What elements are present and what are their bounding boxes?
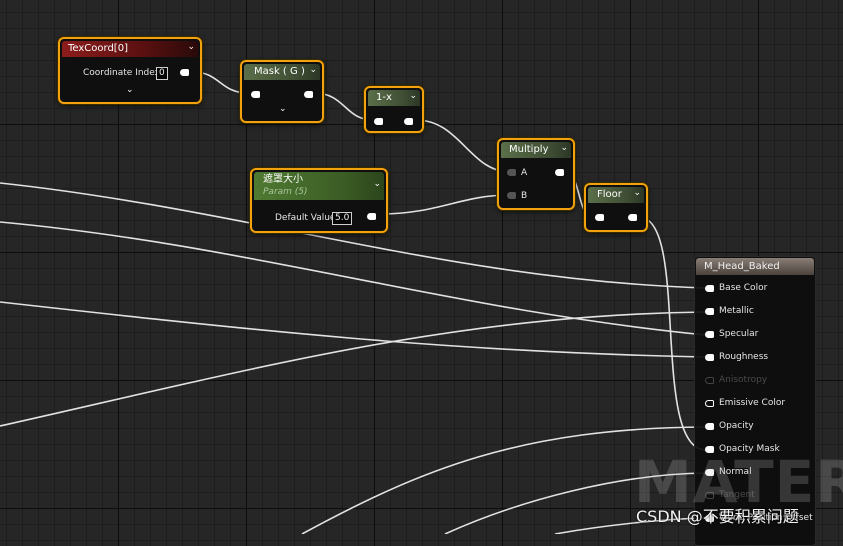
material-input-pin[interactable] xyxy=(705,331,714,338)
floor-node[interactable]: Floor ⌄ xyxy=(584,183,648,232)
param-node[interactable]: 遮罩大小 Param (5) ⌄ Default Value 5.0 xyxy=(250,168,388,233)
chevron-down-icon[interactable]: ⌄ xyxy=(309,65,317,75)
mask-input-pin[interactable] xyxy=(251,91,260,98)
material-input-label: Emissive Color xyxy=(719,398,786,408)
expand-chevron-icon[interactable]: ⌄ xyxy=(126,85,134,95)
material-input-pin[interactable] xyxy=(705,423,714,430)
multiply-input-a-pin[interactable] xyxy=(507,169,516,176)
material-input-pin[interactable] xyxy=(705,354,714,361)
default-value-label: Default Value xyxy=(275,213,336,223)
one-minus-output-pin[interactable] xyxy=(404,118,413,125)
material-input-label: Metallic xyxy=(719,306,754,316)
floor-output-pin[interactable] xyxy=(628,214,637,221)
material-input-label: Opacity xyxy=(719,421,754,431)
coordinate-index-label: Coordinate Index xyxy=(83,68,160,78)
multiply-input-b-pin[interactable] xyxy=(507,192,516,199)
wire-param-multiply-b xyxy=(377,194,511,215)
default-value-field[interactable]: 5.0 xyxy=(332,212,353,225)
multiply-input-b-label: B xyxy=(521,191,528,201)
chevron-down-icon[interactable]: ⌄ xyxy=(560,143,568,153)
multiply-output-pin[interactable] xyxy=(555,169,564,176)
param-output-pin[interactable] xyxy=(367,213,376,220)
wire-specular xyxy=(0,221,707,336)
expand-chevron-icon[interactable]: ⌄ xyxy=(279,104,287,114)
texcoord-node-title: TexCoord[0] xyxy=(62,41,198,57)
param-name: 遮罩大小 xyxy=(263,174,303,185)
wire-oneminus-multiply-a xyxy=(415,119,511,173)
mask-node[interactable]: Mask ( G ) ⌄ ⌄ xyxy=(240,60,324,123)
material-input-pin[interactable] xyxy=(705,308,714,315)
material-node-title: M_Head_Baked xyxy=(696,258,814,275)
chevron-down-icon[interactable]: ⌄ xyxy=(633,188,641,198)
floor-input-pin[interactable] xyxy=(595,214,604,221)
credit-text: CSDN @不要积累问题 xyxy=(636,507,799,526)
param-subtitle: Param (5) xyxy=(263,187,308,197)
material-input-label: Anisotropy xyxy=(719,375,768,385)
chevron-down-icon[interactable]: ⌄ xyxy=(187,42,195,52)
wire-metallic xyxy=(0,311,707,427)
param-node-title: 遮罩大小 Param (5) xyxy=(254,172,384,200)
material-input-pin[interactable] xyxy=(705,285,714,292)
texcoord-node[interactable]: TexCoord[0] ⌄ Coordinate Index 0 ⌄ xyxy=(58,37,202,104)
chevron-down-icon[interactable]: ⌄ xyxy=(409,91,417,101)
chevron-down-icon[interactable]: ⌄ xyxy=(373,179,381,189)
one-minus-input-pin[interactable] xyxy=(374,118,383,125)
material-input-label: Roughness xyxy=(719,352,769,362)
material-input-pin[interactable] xyxy=(705,377,714,384)
material-input-pin[interactable] xyxy=(705,400,714,407)
multiply-input-a-label: A xyxy=(521,168,528,178)
material-input-label: Base Color xyxy=(719,283,768,293)
one-minus-node[interactable]: 1-x ⌄ xyxy=(364,86,424,133)
mask-output-pin[interactable] xyxy=(304,91,313,98)
coordinate-index-field[interactable]: 0 xyxy=(156,67,168,80)
material-input-label: Specular xyxy=(719,329,759,339)
texcoord-output-pin[interactable] xyxy=(180,69,189,76)
multiply-node[interactable]: Multiply ⌄ A B xyxy=(497,138,575,210)
